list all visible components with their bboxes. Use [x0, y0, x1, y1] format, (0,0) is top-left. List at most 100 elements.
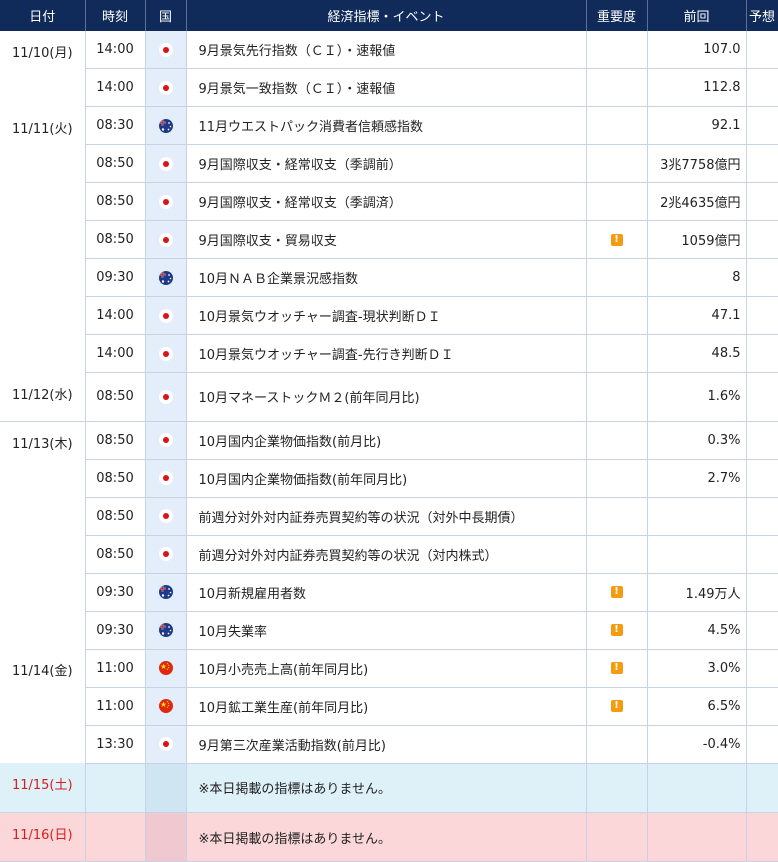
previous-value: [647, 497, 747, 536]
table-row[interactable]: 08:50 9月国際収支・経常収支（季調済） 2兆4635億円: [0, 182, 778, 221]
time-cell: 14:00: [85, 296, 146, 335]
table-row[interactable]: 09:30 10月失業率! 4.5%: [0, 611, 778, 650]
previous-value: 4.5%: [647, 611, 747, 650]
importance-cell: [586, 421, 648, 460]
event-name[interactable]: 前週分対外対内証券売買契約等の状況（対外中長期債）: [186, 497, 587, 536]
event-name[interactable]: 10月新規雇用者数: [186, 573, 587, 612]
table-row[interactable]: 14:00 10月景気ウオッチャー調査-先行き判断ＤＩ 48.5: [0, 334, 778, 373]
table-row[interactable]: 08:50 前週分対外対内証券売買契約等の状況（対内株式）: [0, 535, 778, 574]
table-row[interactable]: 11/16(日) ※本日掲載の指標はありません。: [0, 812, 778, 862]
previous-value: [647, 812, 747, 862]
event-name[interactable]: 10月失業率: [186, 611, 587, 650]
table-row[interactable]: 08:50 9月国際収支・貿易収支! 1059億円: [0, 220, 778, 259]
table-row[interactable]: 11/15(土) ※本日掲載の指標はありません。: [0, 763, 778, 813]
country-cell: [145, 459, 187, 498]
time-cell: 14:00: [85, 31, 146, 69]
table-row[interactable]: 11/14(金) 11:00 10月小売売上高(前年同月比)! 3.0%: [0, 649, 778, 763]
column-header-date[interactable]: 日付: [0, 0, 86, 31]
event-name[interactable]: 9月第三次産業活動指数(前月比): [186, 725, 587, 764]
event-name[interactable]: 9月景気一致指数（ＣＩ）・速報値: [186, 68, 587, 107]
japan-flag-icon: [158, 346, 173, 361]
time-cell: [85, 812, 146, 862]
event-name[interactable]: 10月ＮＡＢ企業景況感指数: [186, 258, 587, 297]
japan-flag-icon: [158, 471, 173, 485]
previous-value: 92.1: [647, 106, 747, 145]
event-name[interactable]: 9月国際収支・経常収支（季調前）: [186, 144, 587, 183]
previous-value: [647, 535, 747, 574]
japan-flag-icon: [158, 389, 173, 404]
importance-cell: [586, 372, 648, 422]
country-cell: [145, 334, 187, 373]
calendar-body: 11/10(月) 14:00 9月景気先行指数（ＣＩ）・速報値 107.0 14:00 9…: [0, 31, 778, 862]
event-name[interactable]: 10月景気ウオッチャー調査-先行き判断ＤＩ: [186, 334, 587, 373]
column-header-time[interactable]: 時刻: [85, 0, 146, 31]
forecast-value: [746, 497, 778, 536]
forecast-value: [746, 68, 778, 107]
forecast-value: [746, 649, 778, 688]
country-cell: [145, 812, 187, 862]
importance-cell: !: [586, 687, 648, 726]
date-cell: 11/12(水): [0, 372, 86, 422]
country-cell: [145, 372, 187, 422]
importance-cell: [586, 106, 648, 145]
table-row[interactable]: 08:50 10月国内企業物価指数(前年同月比) 2.7%: [0, 459, 778, 498]
table-row[interactable]: 11/10(月) 14:00 9月景気先行指数（ＣＩ）・速報値 107.0: [0, 31, 778, 107]
importance-cell: [586, 459, 648, 498]
forecast-value: [746, 812, 778, 862]
event-name[interactable]: 9月国際収支・貿易収支: [186, 220, 587, 259]
time-cell: 14:00: [85, 334, 146, 373]
table-row[interactable]: 11/13(木) 08:50 10月国内企業物価指数(前月比) 0.3%: [0, 421, 778, 649]
time-cell: 13:30: [85, 725, 146, 764]
forecast-value: [746, 182, 778, 221]
event-name[interactable]: 10月マネーストックＭ２(前年同月比): [186, 372, 587, 422]
previous-value: 6.5%: [647, 687, 747, 726]
table-row[interactable]: 09:30 10月ＮＡＢ企業景況感指数 8: [0, 258, 778, 297]
event-name[interactable]: 11月ウエストパック消費者信頼感指数: [186, 106, 587, 145]
importance-cell: [586, 182, 648, 221]
table-row[interactable]: 11/12(水) 08:50 10月マネーストックＭ２(前年同月比) 1.6%: [0, 372, 778, 422]
event-name[interactable]: 10月国内企業物価指数(前月比): [186, 421, 587, 460]
country-cell: [145, 258, 187, 297]
australia-flag-icon: [158, 623, 173, 637]
forecast-value: [746, 334, 778, 373]
country-cell: [145, 31, 187, 69]
importance-cell: [586, 258, 648, 297]
importance-cell: !: [586, 611, 648, 650]
column-header-previous[interactable]: 前回: [647, 0, 747, 31]
event-name[interactable]: 前週分対外対内証券売買契約等の状況（対内株式）: [186, 535, 587, 574]
event-name[interactable]: 9月景気先行指数（ＣＩ）・速報値: [186, 31, 587, 69]
column-header-importance[interactable]: 重要度: [586, 0, 648, 31]
event-name[interactable]: 10月小売売上高(前年同月比): [186, 649, 587, 688]
table-row[interactable]: 08:50 9月国際収支・経常収支（季調前） 3兆7758億円: [0, 144, 778, 183]
table-row[interactable]: 08:50 前週分対外対内証券売買契約等の状況（対外中長期債）: [0, 497, 778, 536]
previous-value: -0.4%: [647, 725, 747, 764]
time-cell: 08:50: [85, 535, 146, 574]
event-name[interactable]: 9月国際収支・経常収支（季調済）: [186, 182, 587, 221]
column-header-country[interactable]: 国: [145, 0, 187, 31]
event-name: ※本日掲載の指標はありません。: [186, 812, 587, 862]
importance-cell: [586, 497, 648, 536]
importance-cell: [586, 31, 648, 69]
exclamation-icon: !: [610, 662, 623, 674]
previous-value: 3兆7758億円: [647, 144, 747, 183]
country-cell: [145, 725, 187, 764]
table-row[interactable]: 14:00 10月景気ウオッチャー調査-現状判断ＤＩ 47.1: [0, 296, 778, 335]
previous-value: 2兆4635億円: [647, 182, 747, 221]
country-cell: [145, 144, 187, 183]
japan-flag-icon: [158, 232, 173, 247]
table-row[interactable]: 11:00 10月鉱工業生産(前年同月比)! 6.5%: [0, 687, 778, 726]
date-cell: 11/16(日): [0, 812, 86, 862]
table-row[interactable]: 11/11(火) 08:30 11月ウエストパック消費者信頼感指数 92.1: [0, 106, 778, 373]
event-name[interactable]: 10月国内企業物価指数(前年同月比): [186, 459, 587, 498]
country-cell: [145, 421, 187, 460]
time-cell: 14:00: [85, 68, 146, 107]
column-header-event[interactable]: 経済指標・イベント: [186, 0, 587, 31]
table-row[interactable]: 14:00 9月景気一致指数（ＣＩ）・速報値 112.8: [0, 68, 778, 107]
table-row[interactable]: 13:30 9月第三次産業活動指数(前月比) -0.4%: [0, 725, 778, 764]
event-name[interactable]: 10月鉱工業生産(前年同月比): [186, 687, 587, 726]
table-row[interactable]: 09:30 10月新規雇用者数! 1.49万人: [0, 573, 778, 612]
japan-flag-icon: [158, 547, 173, 561]
column-header-forecast[interactable]: 予想: [746, 0, 778, 31]
event-name[interactable]: 10月景気ウオッチャー調査-現状判断ＤＩ: [186, 296, 587, 335]
time-cell: 08:30: [85, 106, 146, 145]
